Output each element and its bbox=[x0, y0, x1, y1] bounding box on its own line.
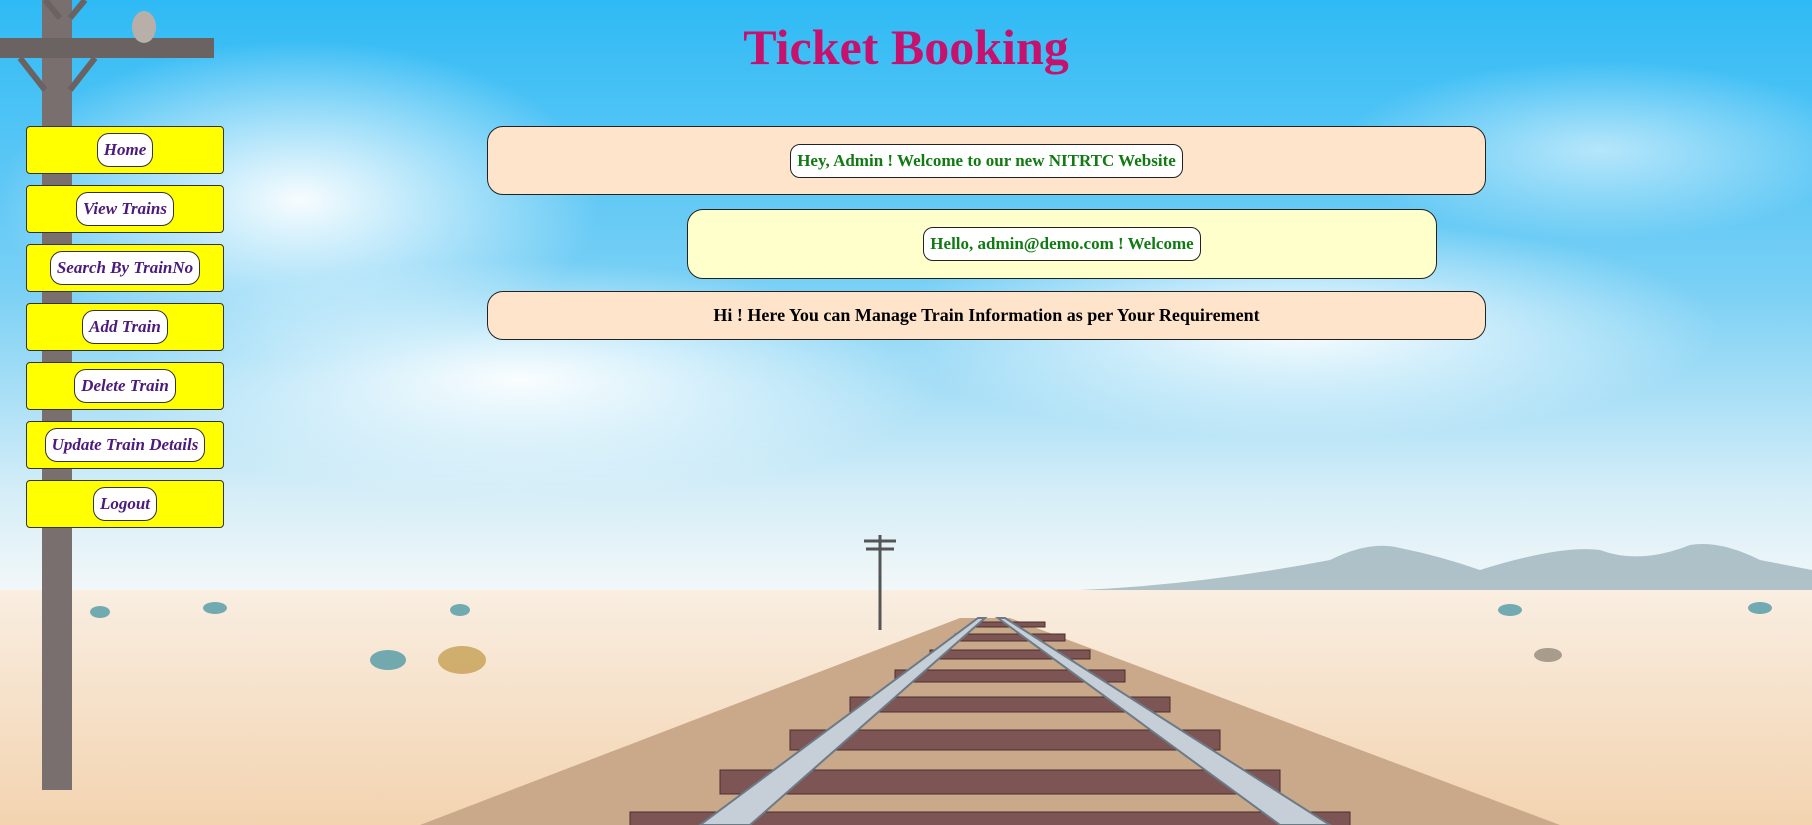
page-title: Ticket Booking bbox=[743, 19, 1069, 75]
welcome-site-message: Hey, Admin ! Welcome to our new NITRTC W… bbox=[790, 143, 1183, 178]
menu-item-update-train-details[interactable]: Update Train Details bbox=[26, 421, 224, 469]
menu-item-logout[interactable]: Logout bbox=[26, 480, 224, 528]
home-button[interactable]: Home bbox=[96, 133, 154, 167]
logout-button[interactable]: Logout bbox=[92, 487, 158, 521]
update-train-details-button[interactable]: Update Train Details bbox=[44, 428, 206, 462]
manage-info-message: Hi ! Here You can Manage Train Informati… bbox=[713, 305, 1260, 325]
menu-item-view-trains[interactable]: View Trains bbox=[26, 185, 224, 233]
welcome-site-box: Hey, Admin ! Welcome to our new NITRTC W… bbox=[487, 126, 1486, 195]
menu-item-delete-train[interactable]: Delete Train bbox=[26, 362, 224, 410]
add-train-button[interactable]: Add Train bbox=[82, 310, 168, 344]
menu-item-add-train[interactable]: Add Train bbox=[26, 303, 224, 351]
view-trains-button[interactable]: View Trains bbox=[76, 192, 174, 226]
manage-info-box: Hi ! Here You can Manage Train Informati… bbox=[487, 291, 1486, 340]
welcome-user-message: Hello, admin@demo.com ! Welcome bbox=[923, 227, 1201, 261]
delete-train-button[interactable]: Delete Train bbox=[74, 369, 176, 403]
menu-item-home[interactable]: Home bbox=[26, 126, 224, 174]
sidebar-menu: Home View Trains Search By TrainNo Add T… bbox=[26, 126, 226, 539]
search-by-trainno-button[interactable]: Search By TrainNo bbox=[49, 251, 201, 285]
menu-item-search-by-trainno[interactable]: Search By TrainNo bbox=[26, 244, 224, 292]
background-railway-scene bbox=[0, 0, 1812, 825]
welcome-user-box: Hello, admin@demo.com ! Welcome bbox=[687, 209, 1437, 279]
